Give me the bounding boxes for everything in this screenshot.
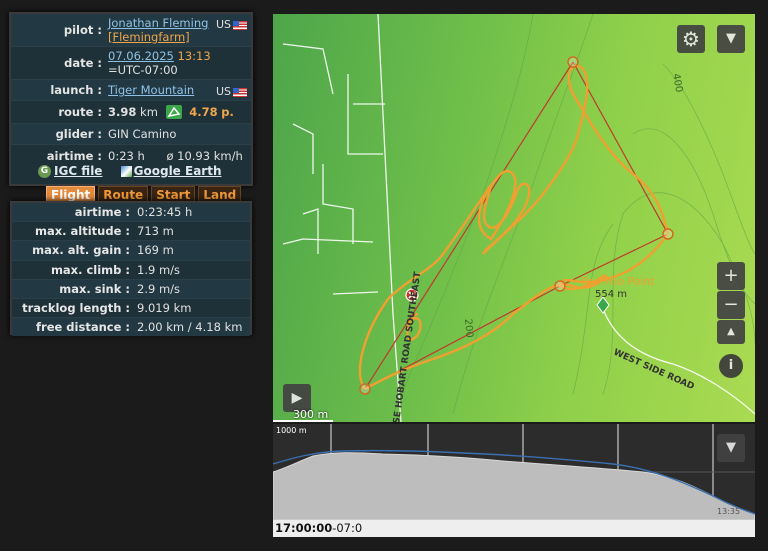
- pilot-name-link[interactable]: Jonathan Fleming: [108, 16, 208, 30]
- altitude-profile[interactable]: 1000 m 13:35 ▼: [273, 424, 755, 520]
- pilot-label: pilot :: [63, 23, 102, 37]
- route-type-icon: [165, 105, 182, 120]
- profile-menu-icon[interactable]: ▼: [717, 434, 745, 462]
- download-links: G IGC file Google Earth: [38, 164, 222, 178]
- stat-row: tracklog length : 9.019 km: [12, 299, 250, 319]
- launch-label: launch :: [50, 83, 102, 97]
- stat-label: tracklog length :: [22, 301, 130, 316]
- airtime: 0:23 h: [108, 149, 145, 163]
- stat-row: max. sink : 2.9 m/s: [12, 279, 250, 299]
- stat-label: airtime :: [74, 205, 130, 220]
- pilot-value: Jonathan Fleming [Flemingfarm] US: [108, 16, 251, 44]
- launch-country-code: US: [215, 85, 231, 98]
- stat-value: 169 m: [137, 243, 174, 258]
- stat-label: max. climb :: [50, 262, 130, 277]
- stat-value: 9.019 km: [137, 301, 192, 316]
- stat-row: max. altitude : 713 m: [12, 222, 250, 242]
- date-value: 07.06.2025 13:13 =UTC-07:00: [108, 49, 251, 77]
- us-flag-icon: [233, 20, 247, 30]
- avg-speed: ø 10.93 km/h: [166, 149, 243, 163]
- time-readout: 17:00:00-07:0: [273, 520, 755, 537]
- igc-file-icon: G: [38, 165, 51, 178]
- launch-row: launch : Tiger Mountain US: [11, 80, 251, 101]
- airtime-label: airtime :: [46, 149, 102, 163]
- profile-y-label: 1000 m: [276, 426, 307, 435]
- route-label: route :: [58, 105, 102, 119]
- us-flag-icon: [233, 87, 247, 97]
- road-label: WEST SIDE ROAD: [612, 348, 696, 393]
- info-icon[interactable]: i: [719, 354, 743, 378]
- zoom-out-button[interactable]: −: [717, 291, 745, 319]
- date-label: date :: [64, 56, 102, 70]
- stat-label: max. altitude :: [35, 224, 130, 239]
- stat-value: 2.9 m/s: [137, 281, 181, 296]
- compass-icon[interactable]: ▲: [717, 320, 745, 344]
- contour-label: 400: [670, 73, 684, 94]
- pilot-handle-link[interactable]: [Flemingfarm]: [108, 30, 190, 44]
- stat-label: max. alt. gain :: [32, 243, 130, 258]
- map-view[interactable]: Poo Poo Point 554 m WEST SIDE ROAD SE HO…: [273, 14, 755, 422]
- date-link[interactable]: 07.06.2025: [108, 49, 174, 63]
- date-row: date : 07.06.2025 13:13 =UTC-07:00: [11, 47, 251, 80]
- launch-site-link[interactable]: Tiger Mountain: [108, 83, 194, 97]
- pilot-row: pilot : Jonathan Fleming [Flemingfarm] U…: [11, 14, 251, 47]
- google-earth-icon: [120, 166, 132, 177]
- turnpoint[interactable]: [554, 280, 566, 292]
- pilot-country-code: US: [215, 18, 231, 31]
- turnpoint[interactable]: [567, 56, 579, 68]
- flight-info-panel: pilot : Jonathan Fleming [Flemingfarm] U…: [9, 12, 253, 186]
- timezone: =UTC-07:00: [108, 63, 178, 77]
- stat-row: airtime : 0:23:45 h: [12, 203, 250, 223]
- route-points: 4.78: [189, 104, 218, 119]
- glider-row: glider : GIN Camino: [11, 124, 251, 145]
- launch-value: Tiger Mountain US: [108, 83, 251, 98]
- launch-country: US: [216, 85, 247, 98]
- flight-time: 13:13: [177, 49, 211, 63]
- zoom-in-button[interactable]: +: [717, 262, 745, 290]
- stat-row: max. climb : 1.9 m/s: [12, 261, 250, 280]
- stat-value: 0:23:45 h: [137, 205, 193, 220]
- stat-value: 2.00 km / 4.18 km: [137, 320, 243, 335]
- stat-row: free distance : 2.00 km / 4.18 km: [12, 318, 250, 337]
- time-start: 17:00:00: [275, 521, 333, 535]
- stat-label: max. sink :: [59, 281, 130, 296]
- stat-value: 713 m: [137, 224, 174, 239]
- contour-label: 200: [462, 318, 475, 338]
- turnpoint[interactable]: [359, 383, 371, 395]
- flight-stats-panel: airtime :0:23:45 h max. altitude :713 m …: [10, 201, 252, 337]
- route-km: 3.98: [108, 104, 137, 119]
- scale-bar: [273, 420, 333, 422]
- route-km-unit: km: [140, 104, 158, 119]
- igc-file-link[interactable]: IGC file: [54, 164, 102, 178]
- gear-icon[interactable]: ⚙: [677, 25, 705, 53]
- airtime-value: 0:23 h ø 10.93 km/h: [108, 149, 251, 163]
- map-canvas: Poo Poo Point 554 m WEST SIDE ROAD SE HO…: [282, 14, 755, 422]
- triangle-down-icon[interactable]: ▼: [717, 25, 745, 53]
- profile-canvas: 1000 m 13:35: [273, 424, 755, 520]
- route-points-unit: p.: [221, 104, 234, 119]
- profile-end-label: 13:35: [717, 507, 740, 516]
- poi-elevation: 554 m: [595, 289, 627, 300]
- stat-row: max. alt. gain : 169 m: [12, 241, 250, 261]
- stat-label: free distance :: [36, 320, 130, 335]
- time-tz: -07:0: [332, 521, 363, 535]
- route-row: route : 3.98 km 4.78 p.: [11, 101, 251, 124]
- stat-value: 1.9 m/s: [137, 262, 181, 277]
- poi-name: Poo Poo Point: [581, 275, 655, 288]
- route-value: 3.98 km 4.78 p.: [108, 105, 251, 120]
- google-earth-link[interactable]: Google Earth: [134, 164, 222, 178]
- glider-value: GIN Camino: [108, 127, 177, 141]
- glider-label: glider :: [55, 127, 102, 141]
- turnpoint[interactable]: [662, 228, 674, 240]
- pilot-country: US: [216, 18, 247, 31]
